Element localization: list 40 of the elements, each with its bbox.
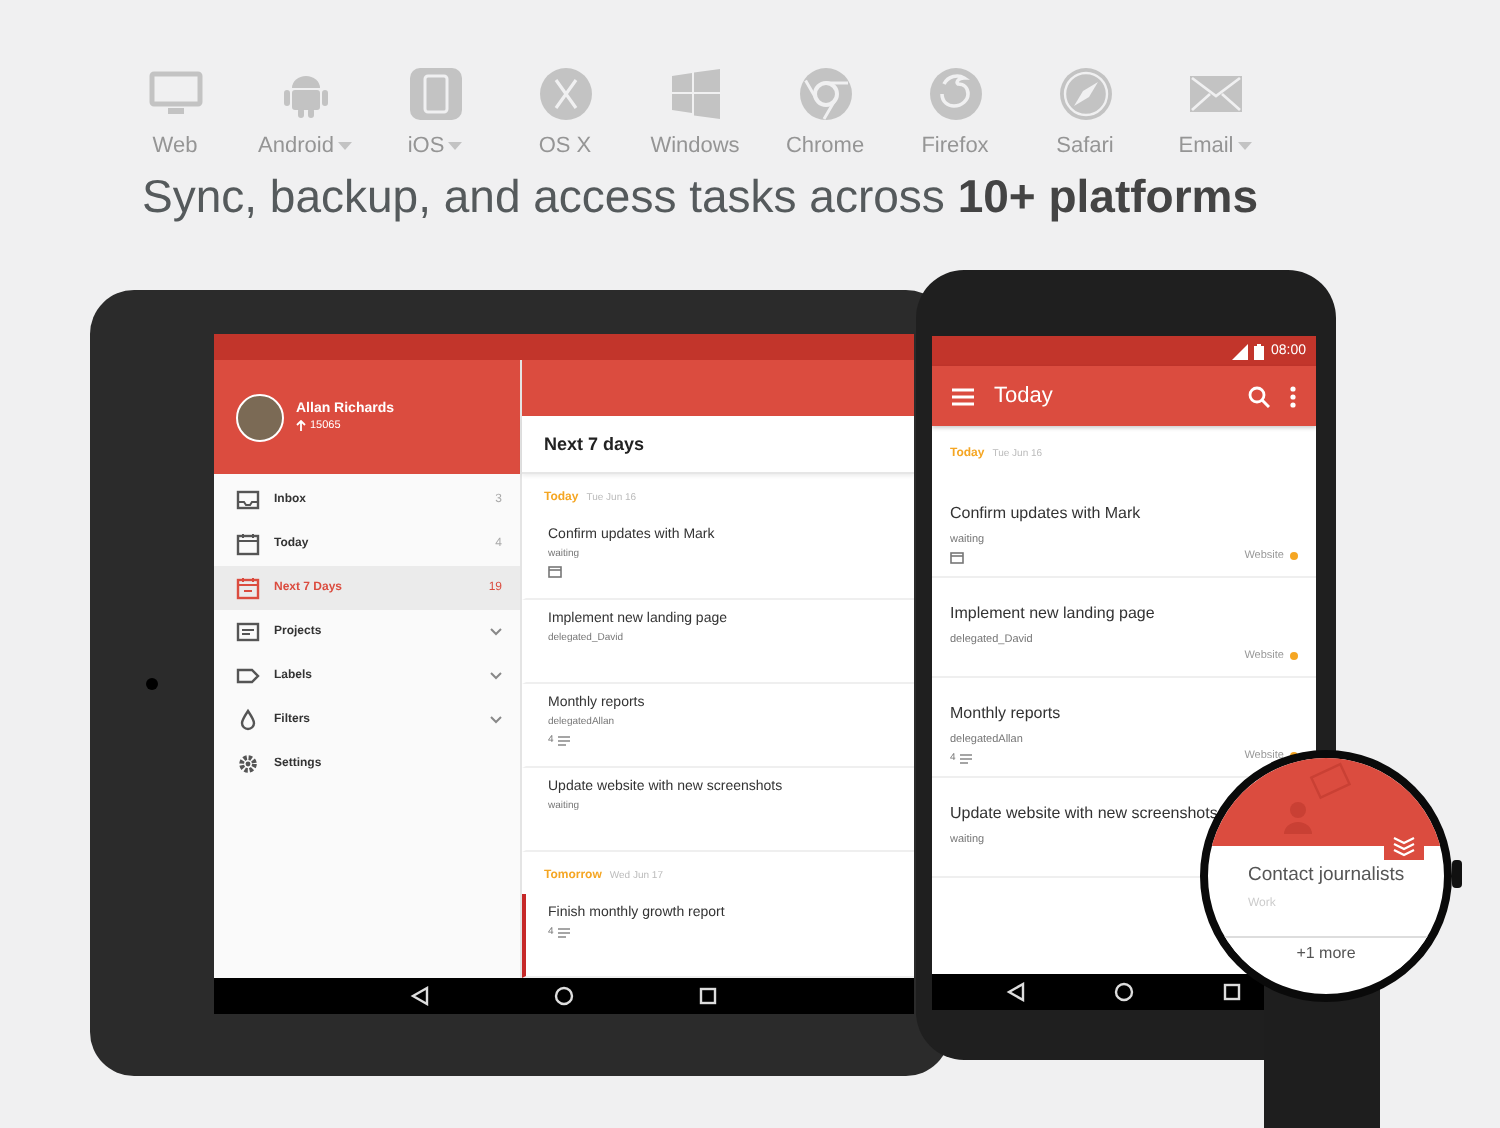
more-vertical-icon[interactable]: [1290, 385, 1296, 407]
menu-icon[interactable]: [952, 387, 974, 405]
caret-icon: [448, 141, 463, 151]
back-icon[interactable]: [410, 986, 430, 1006]
camera-dot: [146, 678, 158, 690]
task-title[interactable]: Confirm updates with Mark: [950, 504, 1141, 522]
drop-icon: [236, 708, 260, 732]
recents-icon[interactable]: [698, 986, 718, 1006]
comment-icon: [557, 927, 570, 937]
calendar-icon: [236, 576, 260, 600]
screen-title: Today: [994, 384, 1055, 408]
list-card-icon: [236, 620, 260, 644]
headline: Sync, backup, and access tasks across 10+ platforms: [142, 170, 1261, 224]
calendar-icon: [236, 532, 260, 556]
search-icon[interactable]: [1248, 385, 1270, 407]
gear-icon: [236, 752, 260, 776]
avatar: [236, 393, 284, 441]
task-title: Contact journalists: [1248, 864, 1407, 886]
compass-icon: [1057, 66, 1113, 122]
task-title[interactable]: Implement new landing page: [950, 604, 1155, 622]
tag-icon: [236, 664, 260, 688]
back-icon[interactable]: [1006, 982, 1026, 1002]
caret-icon: [337, 141, 352, 151]
recents-icon[interactable]: [1222, 982, 1242, 1002]
task-title[interactable]: Update website with new screenshots: [950, 804, 1218, 822]
browser-ring-icon: [797, 66, 853, 122]
battery-icon: [1254, 343, 1265, 359]
x-circle-icon: [537, 66, 593, 122]
phone-icon: [407, 66, 463, 122]
task-title[interactable]: Monthly reports: [950, 704, 1061, 722]
comment-icon: [959, 753, 972, 763]
inbox-tray-icon: [236, 488, 260, 512]
arrow-up-icon: [296, 420, 306, 432]
home-icon[interactable]: [554, 986, 574, 1006]
caret-icon: [1237, 141, 1252, 151]
home-icon[interactable]: [1114, 982, 1134, 1002]
signal-icon: [1232, 343, 1249, 359]
comment-icon: [557, 735, 570, 745]
windows-grid-icon: [667, 66, 723, 122]
panel-title: Next 7 days: [522, 416, 914, 474]
